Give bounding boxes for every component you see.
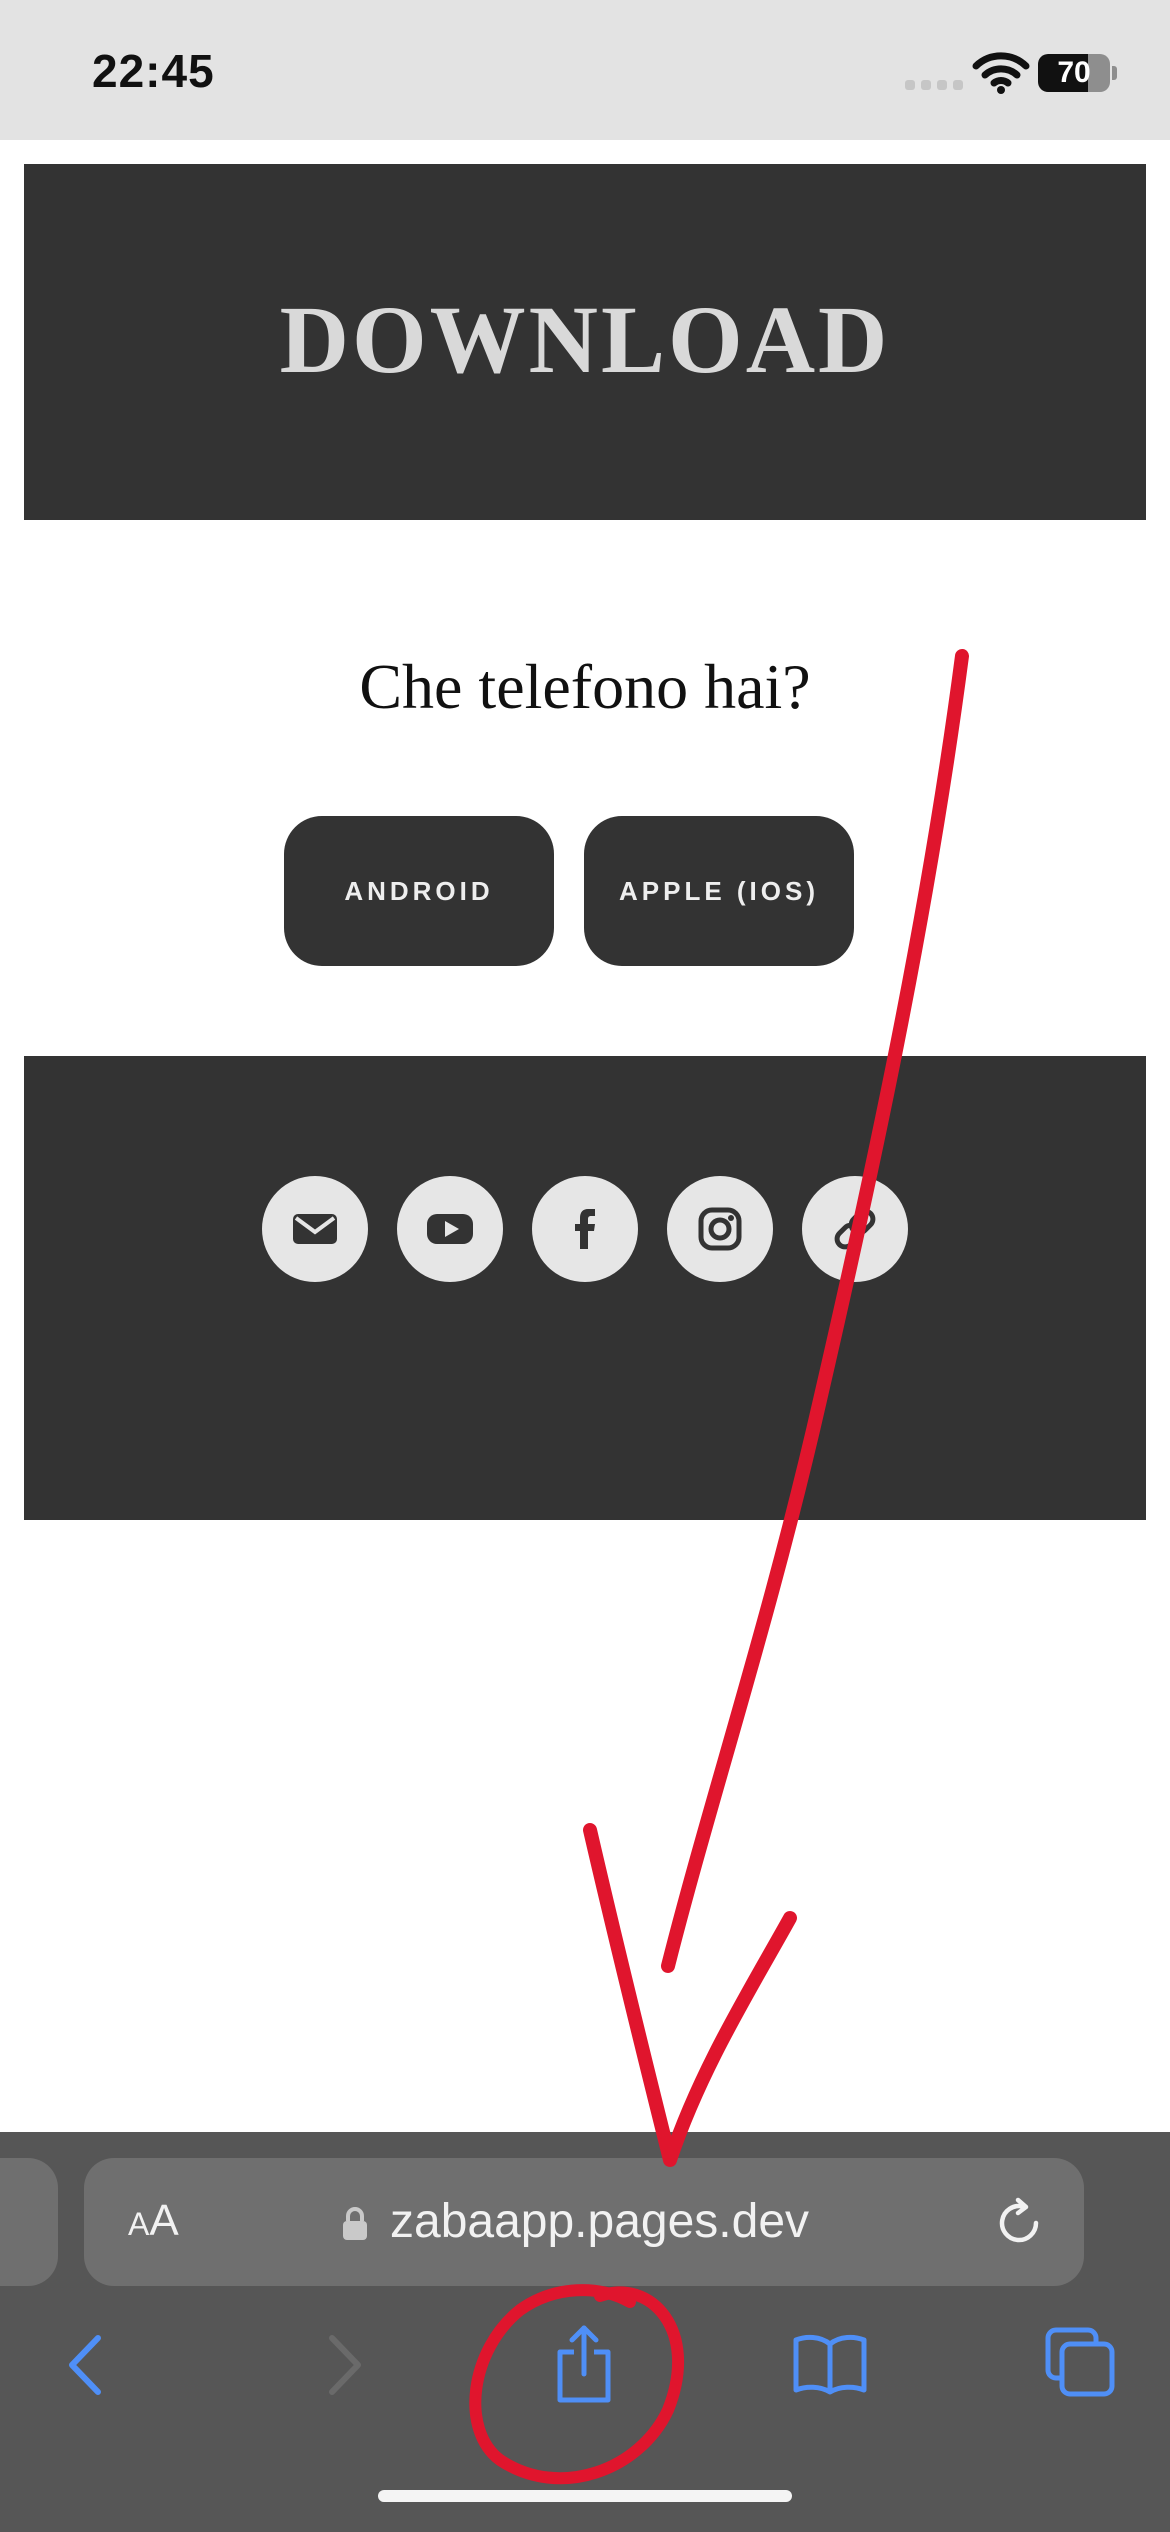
text-size-large-a: A: [149, 2196, 179, 2245]
previous-tab-preview[interactable]: [0, 2158, 58, 2286]
android-button[interactable]: ANDROID: [284, 816, 554, 966]
apple-ios-button[interactable]: APPLE (IOS): [584, 816, 854, 966]
text-size-small-a: A: [128, 2206, 150, 2242]
signal-icon: [905, 80, 963, 90]
footer-section: [24, 1056, 1146, 1520]
wifi-icon: [972, 52, 1030, 94]
mail-icon[interactable]: [262, 1176, 368, 1282]
url-text[interactable]: zabaapp.pages.dev: [390, 2194, 809, 2249]
instagram-icon[interactable]: [667, 1176, 773, 1282]
tabs-icon[interactable]: [1044, 2326, 1116, 2398]
battery-icon: 70: [1038, 54, 1118, 94]
reload-icon[interactable]: [992, 2196, 1046, 2250]
lock-icon: [343, 2207, 367, 2240]
forward-icon[interactable]: [318, 2330, 368, 2400]
bookmarks-icon[interactable]: [792, 2330, 868, 2396]
battery-percentage: 70: [1057, 56, 1091, 89]
phone-question: Che telefono hai?: [359, 651, 811, 722]
arrow-head: [583, 1823, 797, 2167]
share-icon[interactable]: [552, 2322, 616, 2406]
facebook-icon[interactable]: [532, 1176, 638, 1282]
hero-banner: DOWNLOAD: [24, 164, 1146, 520]
link-icon[interactable]: [802, 1176, 908, 1282]
home-indicator: [378, 2490, 792, 2502]
back-icon[interactable]: [62, 2330, 112, 2400]
youtube-icon[interactable]: [397, 1176, 503, 1282]
hero-title: DOWNLOAD: [279, 286, 891, 393]
status-time: 22:45: [92, 45, 215, 97]
text-size-button[interactable]: AA: [128, 2196, 179, 2246]
